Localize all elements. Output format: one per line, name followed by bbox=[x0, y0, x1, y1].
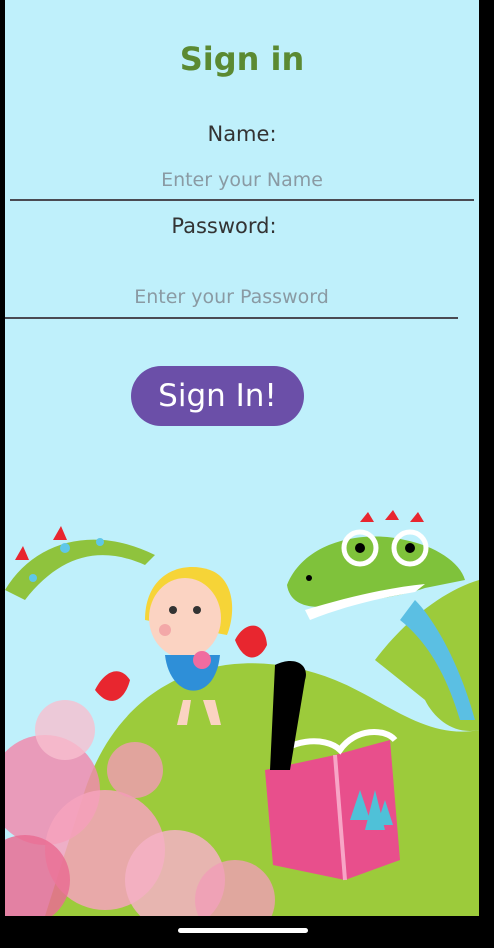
sign-in-screen: Sign in Name: Password: Sign In! bbox=[5, 0, 479, 916]
name-label: Name: bbox=[207, 122, 277, 146]
kids-reading-dinosaur-illustration bbox=[5, 510, 479, 916]
home-indicator[interactable] bbox=[178, 928, 308, 933]
password-label: Password: bbox=[171, 214, 277, 238]
name-input[interactable] bbox=[10, 166, 474, 201]
password-input[interactable] bbox=[5, 283, 458, 319]
sign-in-button[interactable]: Sign In! bbox=[131, 366, 304, 426]
screen-edge bbox=[479, 0, 494, 948]
page-title: Sign in bbox=[179, 40, 305, 78]
